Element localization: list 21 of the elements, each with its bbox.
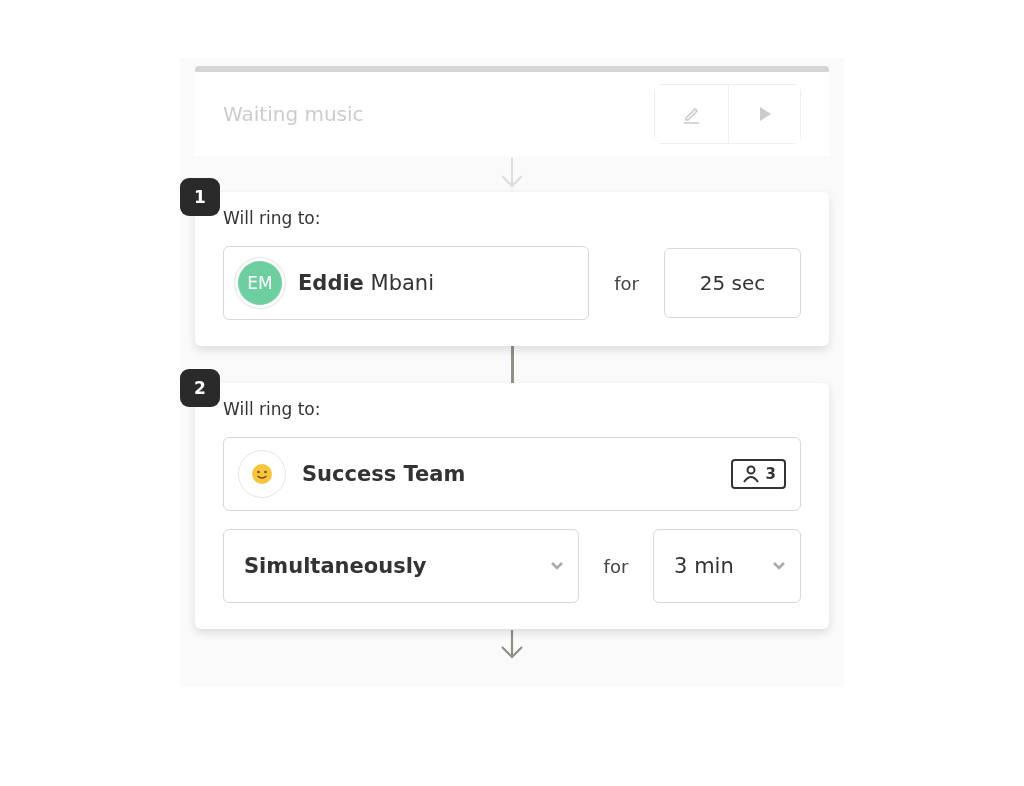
duration-dropdown[interactable]: 3 min: [653, 529, 801, 603]
chevron-down-icon: [549, 561, 564, 571]
target-name: Eddie Mbani: [298, 271, 434, 295]
connector-line: [510, 346, 514, 383]
smiley-icon: [250, 462, 274, 486]
play-button[interactable]: [728, 85, 800, 143]
duration-field[interactable]: 25 sec: [664, 248, 801, 318]
ring-target-field[interactable]: EM Eddie Mbani: [223, 246, 589, 320]
avatar: EM: [238, 261, 282, 305]
for-label: for: [602, 555, 630, 577]
strategy-dropdown[interactable]: Simultaneously: [223, 529, 579, 603]
ring-target-field[interactable]: Success Team 3: [223, 437, 801, 511]
for-label: for: [613, 272, 640, 294]
step-heading: Will ring to:: [223, 399, 322, 419]
step-number-badge: 2: [180, 369, 220, 407]
person-icon: [740, 464, 761, 484]
step-number-badge: 1: [180, 178, 220, 216]
chevron-down-icon: [772, 561, 786, 571]
target-name: Success Team: [302, 462, 466, 486]
member-count-badge: 3: [730, 459, 786, 489]
step-heading: Will ring to:: [223, 208, 322, 228]
